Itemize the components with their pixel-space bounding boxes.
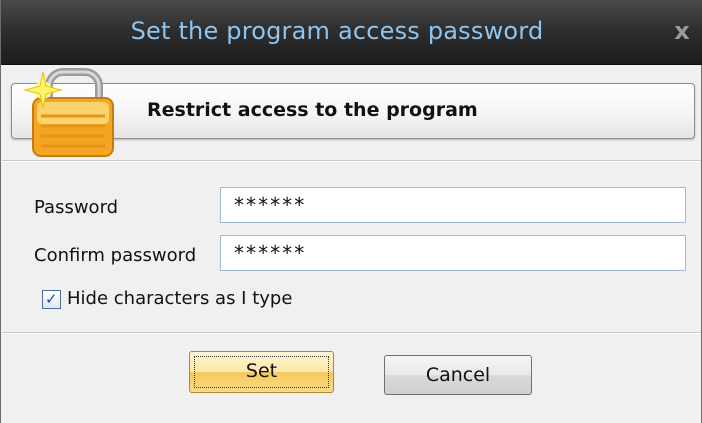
focus-rectangle	[194, 356, 329, 388]
divider	[2, 161, 701, 162]
lock-icon	[23, 68, 114, 157]
hide-characters-label[interactable]: Hide characters as I type	[67, 288, 292, 309]
confirm-password-field[interactable]	[220, 235, 686, 271]
cancel-button-label: Cancel	[425, 364, 491, 386]
password-dialog: Set the program access password x Restri…	[0, 0, 702, 423]
set-button[interactable]: Set	[189, 351, 334, 393]
password-field[interactable]	[220, 187, 686, 223]
checkmark-icon: ✓	[45, 290, 58, 308]
confirm-password-label: Confirm password	[34, 245, 197, 266]
hide-characters-checkbox[interactable]: ✓	[42, 290, 61, 309]
title-bar[interactable]: Set the program access password x	[1, 0, 702, 65]
header-title: Restrict access to the program	[147, 99, 478, 121]
footer-divider	[2, 333, 701, 334]
window-title: Set the program access password	[130, 17, 544, 45]
cancel-button[interactable]: Cancel	[384, 355, 532, 395]
close-icon[interactable]: x	[669, 17, 695, 45]
password-label: Password	[34, 197, 119, 218]
